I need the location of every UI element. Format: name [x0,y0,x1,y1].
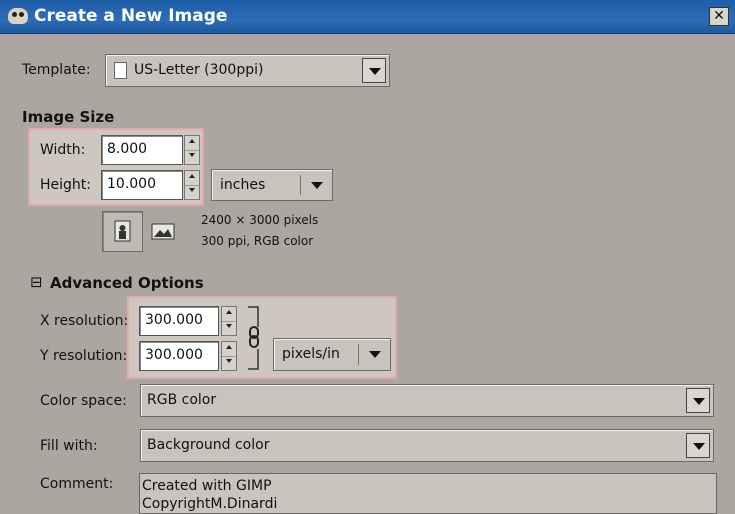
fill-with-combo[interactable]: Background color [140,429,714,462]
portrait-button[interactable] [102,211,143,252]
color-space-label: Color space: [40,393,127,409]
title-bar: Create a New Image ✕ [0,0,735,34]
portrait-icon [114,220,131,242]
image-size-heading: Image Size [22,108,115,126]
comment-line-2: CopyrightM.Dinardi [142,496,278,512]
color-space-combo[interactable]: RGB color [140,384,714,417]
y-resolution-value: 300.000 [145,347,203,363]
comment-textarea[interactable]: Created with GIMP CopyrightM.Dinardi [139,473,717,514]
fill-with-value: Background color [147,437,270,453]
color-space-dropdown-arrow[interactable] [686,388,710,413]
y-resolution-decrement-button[interactable] [222,356,236,370]
height-label: Height: [40,177,91,193]
chain-link-button[interactable] [244,305,264,371]
template-combo[interactable]: US-Letter (300ppi) [105,54,390,87]
info-pixels: 2400 × 3000 pixels [201,213,319,227]
x-resolution-value: 300.000 [145,312,203,328]
template-value: US-Letter (300ppi) [134,62,264,78]
advanced-options-heading[interactable]: Advanced Options [50,274,204,292]
x-resolution-input[interactable]: 300.000 [139,306,219,336]
x-resolution-spinner[interactable] [221,306,237,336]
size-unit-combo[interactable]: inches [211,169,333,201]
resolution-unit-value: pixels/in [282,346,340,362]
fill-with-label: Fill with: [40,438,98,454]
template-dropdown-arrow[interactable] [362,58,386,83]
width-spinner[interactable] [184,135,200,165]
x-resolution-label: X resolution: [40,313,129,329]
y-resolution-label: Y resolution: [40,348,128,364]
size-unit-dropdown-arrow[interactable] [305,173,329,197]
resolution-unit-combo[interactable]: pixels/in [273,338,391,371]
y-resolution-spinner[interactable] [221,341,237,371]
landscape-button[interactable] [149,217,179,245]
page-icon [114,62,127,79]
image-info: 2400 × 3000 pixels 300 ppi, RGB color [201,210,318,252]
width-increment-button[interactable] [185,136,199,151]
height-increment-button[interactable] [185,171,199,186]
advanced-expander-icon[interactable]: ⊟ [30,273,43,291]
comment-label: Comment: [40,476,114,492]
height-input[interactable]: 10.000 [101,170,183,200]
y-resolution-input[interactable]: 300.000 [139,341,219,371]
width-decrement-button[interactable] [185,150,199,164]
chain-link-icon [248,306,259,370]
x-resolution-increment-button[interactable] [222,307,236,322]
gimp-icon [8,8,28,24]
x-resolution-decrement-button[interactable] [222,321,236,335]
close-icon: ✕ [713,8,725,24]
color-space-value: RGB color [147,392,217,408]
comment-line-1: Created with GIMP [142,478,272,494]
info-details: 300 ppi, RGB color [201,234,314,248]
resolution-unit-dropdown-arrow[interactable] [363,342,387,367]
y-resolution-increment-button[interactable] [222,342,236,357]
width-input[interactable]: 8.000 [101,135,183,165]
close-button[interactable]: ✕ [709,7,729,26]
landscape-icon [151,223,175,240]
fill-with-dropdown-arrow[interactable] [686,433,710,458]
width-value: 8.000 [107,141,148,157]
size-unit-value: inches [220,177,266,193]
window-title: Create a New Image [34,6,228,26]
height-spinner[interactable] [184,170,200,200]
height-value: 10.000 [107,176,156,192]
height-decrement-button[interactable] [185,185,199,199]
width-label: Width: [40,142,86,158]
template-label: Template: [22,62,91,78]
